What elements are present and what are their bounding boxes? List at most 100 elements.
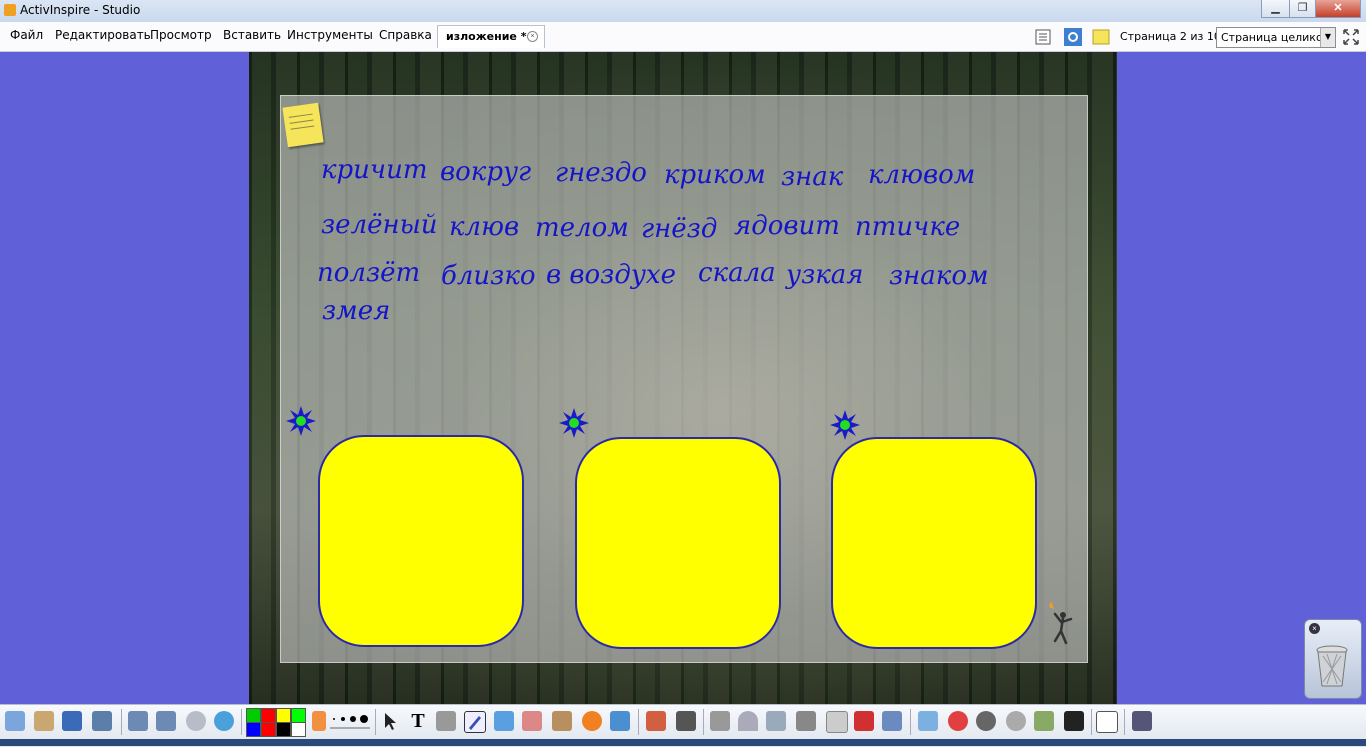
color-swatch[interactable]	[276, 722, 291, 737]
web-browser-icon[interactable]	[214, 711, 234, 731]
word-card[interactable]: гнёзд	[641, 216, 717, 242]
zoom-select-value: Страница целиком	[1221, 31, 1331, 44]
fill-icon[interactable]	[552, 711, 572, 731]
menu-edit[interactable]: Редактировать	[55, 28, 151, 42]
color-picker-icon[interactable]	[312, 711, 326, 731]
word-card[interactable]: знак	[781, 164, 843, 190]
word-card[interactable]: скала	[698, 260, 776, 286]
tab-document-label: изложение *	[446, 30, 527, 43]
app-title: ActivInspire - Studio	[20, 3, 141, 17]
dice-icon[interactable]	[854, 711, 874, 731]
spotlight-icon[interactable]	[882, 711, 902, 731]
note-icon[interactable]	[1092, 28, 1110, 46]
color-swatch[interactable]	[261, 722, 276, 737]
activinspire-figure-icon	[1049, 601, 1073, 645]
zoom-select[interactable]: Страница целиком ▼	[1216, 27, 1336, 48]
tools-icon[interactable]	[436, 711, 456, 731]
word-card[interactable]: ползёт	[317, 260, 420, 286]
menu-view[interactable]: Просмотр	[150, 28, 212, 42]
menu-insert[interactable]: Вставить	[223, 28, 281, 42]
resources-icon[interactable]	[646, 711, 666, 731]
media-icon[interactable]	[676, 711, 696, 731]
word-card[interactable]: зелёный	[321, 212, 438, 238]
word-card[interactable]: кричит	[321, 157, 428, 183]
customize-toolbox-icon[interactable]	[1132, 711, 1152, 731]
fullscreen-icon[interactable]	[1342, 28, 1360, 46]
set-square-icon[interactable]	[766, 711, 786, 731]
word-card[interactable]: гнездо	[555, 160, 647, 186]
pen-tool-icon[interactable]	[464, 711, 486, 733]
flipchart-canvas[interactable]: кричит вокруг гнездо криком знак клювом …	[249, 52, 1117, 704]
menu-help[interactable]: Справка	[379, 28, 432, 42]
star-icon[interactable]	[558, 407, 590, 439]
drop-box[interactable]	[831, 437, 1037, 649]
title-bar: ActivInspire - Studio ▁ ❐ ✕	[0, 0, 1366, 22]
page-extender-icon[interactable]	[1034, 711, 1054, 731]
ruler-icon[interactable]	[710, 711, 730, 731]
page-indicator: Страница 2 из 10	[1120, 30, 1221, 43]
undo-icon[interactable]	[976, 711, 996, 731]
play-icon[interactable]	[186, 711, 206, 731]
drop-box[interactable]	[575, 437, 781, 649]
browsers-icon[interactable]	[34, 711, 54, 731]
tab-document[interactable]: изложение * ×	[437, 25, 545, 48]
word-card[interactable]: в воздухе	[546, 262, 676, 288]
eraser-icon[interactable]	[522, 711, 542, 731]
app-icon	[4, 4, 16, 16]
protractor-icon[interactable]	[738, 711, 758, 731]
color-swatch[interactable]	[276, 708, 291, 723]
color-swatch[interactable]	[291, 708, 306, 723]
word-card[interactable]: змея	[322, 298, 390, 324]
close-icon[interactable]: ×	[1309, 623, 1320, 634]
main-menu-icon[interactable]	[5, 711, 25, 731]
word-card[interactable]: клювом	[868, 162, 975, 188]
taskbar	[0, 739, 1366, 746]
shape-icon[interactable]	[582, 711, 602, 731]
color-swatch[interactable]	[261, 708, 276, 723]
color-swatch[interactable]	[246, 708, 261, 723]
select-pointer-icon[interactable]	[380, 711, 400, 731]
pen-width-selector[interactable]	[330, 711, 370, 731]
settings-icon[interactable]	[1064, 28, 1082, 46]
word-card[interactable]: узкая	[786, 262, 864, 288]
minimize-button[interactable]: ▁	[1261, 0, 1290, 18]
color-swatch[interactable]	[246, 722, 261, 737]
redo-icon[interactable]	[1006, 711, 1026, 731]
flipchart-icon[interactable]	[62, 711, 82, 731]
camera-icon[interactable]	[1064, 711, 1084, 731]
word-card[interactable]: ядовит	[734, 213, 840, 239]
drop-box[interactable]	[318, 435, 524, 647]
text-tool-icon[interactable]: T	[408, 711, 428, 731]
reset-page-icon[interactable]	[948, 711, 968, 731]
maximize-button[interactable]: ❐	[1289, 0, 1316, 18]
word-card[interactable]: клюв	[449, 214, 519, 240]
previous-page-icon[interactable]	[128, 711, 148, 731]
star-icon[interactable]	[829, 409, 861, 441]
word-card[interactable]: вокруг	[440, 159, 531, 185]
word-card[interactable]: близко	[441, 263, 536, 289]
flipchart-panel: кричит вокруг гнездо криком знак клювом …	[280, 95, 1088, 663]
sticky-note-icon[interactable]	[282, 102, 324, 148]
word-card[interactable]: телом	[535, 215, 629, 241]
menu-file[interactable]: Файл	[10, 28, 43, 42]
color-swatch[interactable]	[291, 722, 306, 737]
star-icon[interactable]	[285, 405, 317, 437]
page-notes-icon[interactable]	[1096, 711, 1118, 733]
tab-close-icon[interactable]: ×	[527, 31, 538, 42]
page-notes-icon[interactable]	[1034, 28, 1052, 46]
calculator-icon[interactable]	[826, 711, 848, 733]
close-button[interactable]: ✕	[1315, 0, 1361, 18]
connector-icon[interactable]	[610, 711, 630, 731]
menu-tools[interactable]: Инструменты	[287, 28, 373, 42]
word-card[interactable]: криком	[664, 162, 766, 188]
next-page-icon[interactable]	[156, 711, 176, 731]
trash-bin[interactable]: ×	[1304, 619, 1362, 699]
word-card[interactable]: птичке	[855, 214, 960, 240]
word-card[interactable]: знаком	[889, 263, 989, 289]
compass-icon[interactable]	[796, 711, 816, 731]
chevron-down-icon[interactable]: ▼	[1320, 28, 1335, 47]
desktop-annotate-icon[interactable]	[92, 711, 112, 731]
highlighter-icon[interactable]	[494, 711, 514, 731]
trash-icon	[1316, 645, 1348, 687]
clear-icon[interactable]	[918, 711, 938, 731]
